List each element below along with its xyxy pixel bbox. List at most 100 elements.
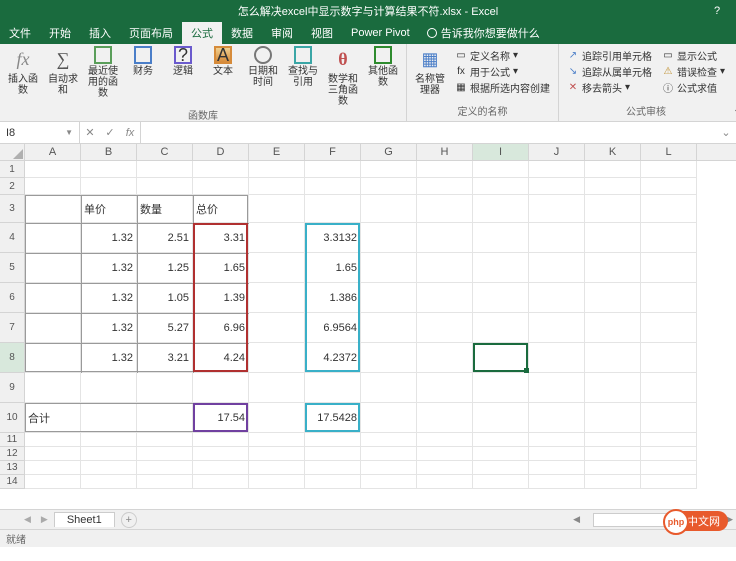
row-header-5[interactable]: 5 [0, 253, 24, 283]
row-header-11[interactable]: 11 [0, 433, 24, 447]
autosum-button[interactable]: ∑自动求和 [44, 46, 82, 107]
cell-B4[interactable]: 1.32 [81, 223, 137, 253]
row-header-2[interactable]: 2 [0, 178, 24, 195]
cell-F7[interactable]: 6.9564 [305, 313, 361, 343]
lookup-button[interactable]: 查找与引用 [284, 46, 322, 107]
datetime-button[interactable]: 日期和时间 [244, 46, 282, 107]
cell-F6[interactable]: 1.386 [305, 283, 361, 313]
select-all-corner[interactable] [0, 144, 25, 160]
fx-button[interactable]: fx [120, 127, 140, 139]
error-checking-button[interactable]: ⚠错误检查 ▾ [662, 64, 725, 79]
hscroll-left[interactable]: ◀ [570, 514, 583, 525]
show-formulas-button[interactable]: ▭显示公式 [662, 48, 725, 63]
cell-A10[interactable]: 合计 [25, 403, 81, 433]
cell-C6[interactable]: 1.05 [137, 283, 193, 313]
cell-D6[interactable]: 1.39 [193, 283, 249, 313]
col-header-E[interactable]: E [249, 144, 305, 160]
worksheet-grid[interactable]: ABCDEFGHIJKL 1234567891011121314 单价数量总价合… [0, 144, 736, 509]
tab-layout[interactable]: 页面布局 [120, 22, 182, 44]
cell-D10[interactable]: 17.54 [193, 403, 249, 433]
remove-arrows-button[interactable]: ✕移去箭头 ▾ [567, 80, 652, 95]
row-header-8[interactable]: 8 [0, 343, 24, 373]
col-header-H[interactable]: H [417, 144, 473, 160]
use-in-formula-button[interactable]: fx用于公式 ▾ [455, 64, 550, 79]
row-header-12[interactable]: 12 [0, 447, 24, 461]
col-header-F[interactable]: F [305, 144, 361, 160]
row-header-10[interactable]: 10 [0, 403, 24, 433]
help-icon[interactable]: ? [698, 0, 736, 22]
name-box[interactable]: I8▼ [0, 122, 80, 143]
tab-review[interactable]: 审阅 [262, 22, 302, 44]
row-header-3[interactable]: 3 [0, 195, 24, 223]
tab-powerpivot[interactable]: Power Pivot [342, 22, 419, 44]
row-header-7[interactable]: 7 [0, 313, 24, 343]
col-header-G[interactable]: G [361, 144, 417, 160]
recent-functions-button[interactable]: 最近使用的函数 [84, 46, 122, 107]
cell-D3[interactable]: 总价 [193, 195, 249, 223]
cell-D5[interactable]: 1.65 [193, 253, 249, 283]
cancel-formula-button[interactable]: ✕ [80, 126, 100, 139]
cell-C4[interactable]: 2.51 [137, 223, 193, 253]
cell-C5[interactable]: 1.25 [137, 253, 193, 283]
col-header-B[interactable]: B [81, 144, 137, 160]
trace-dependents-button[interactable]: ↘追踪从属单元格 [567, 64, 652, 79]
add-sheet-button[interactable]: + [121, 512, 137, 528]
cell-B5[interactable]: 1.32 [81, 253, 137, 283]
financial-button[interactable]: 财务 [124, 46, 162, 107]
trace-precedents-button[interactable]: ↗追踪引用单元格 [567, 48, 652, 63]
cell-D4[interactable]: 3.31 [193, 223, 249, 253]
sheet-nav-prev[interactable]: ◀ [20, 514, 35, 525]
cell-B3[interactable]: 单价 [81, 195, 137, 223]
col-header-A[interactable]: A [25, 144, 81, 160]
cell-D8[interactable]: 4.24 [193, 343, 249, 373]
row-header-4[interactable]: 4 [0, 223, 24, 253]
sheet-tab[interactable]: Sheet1 [54, 512, 115, 527]
row-header-1[interactable]: 1 [0, 161, 24, 178]
col-header-K[interactable]: K [585, 144, 641, 160]
tab-view[interactable]: 视图 [302, 22, 342, 44]
col-header-I[interactable]: I [473, 144, 529, 160]
remove-icon: ✕ [567, 82, 579, 94]
cell-F8[interactable]: 4.2372 [305, 343, 361, 373]
col-header-D[interactable]: D [193, 144, 249, 160]
col-header-J[interactable]: J [529, 144, 585, 160]
logical-button[interactable]: ?逻辑 [164, 46, 202, 107]
cell-C3[interactable]: 数量 [137, 195, 193, 223]
col-header-C[interactable]: C [137, 144, 193, 160]
tab-data[interactable]: 数据 [222, 22, 262, 44]
expand-formula-bar-button[interactable]: ⌄ [716, 122, 736, 143]
enter-formula-button[interactable]: ✓ [100, 126, 120, 139]
insert-function-button[interactable]: fx插入函数 [4, 46, 42, 107]
tab-file[interactable]: 文件 [0, 22, 40, 44]
tell-me[interactable]: 告诉我你想要做什么 [419, 22, 548, 44]
bulb-icon [427, 28, 437, 38]
formula-input[interactable] [141, 122, 716, 143]
define-name-button[interactable]: ▭定义名称 ▾ [455, 48, 550, 63]
cell-D7[interactable]: 6.96 [193, 313, 249, 343]
col-header-L[interactable]: L [641, 144, 697, 160]
row-header-14[interactable]: 14 [0, 475, 24, 489]
cell-C7[interactable]: 5.27 [137, 313, 193, 343]
create-from-selection-button[interactable]: ▦根据所选内容创建 [455, 80, 550, 95]
evaluate-formula-button[interactable]: ⓘ公式求值 [662, 80, 725, 95]
name-manager-button[interactable]: ▦名称管理器 [411, 46, 449, 97]
cell-F5[interactable]: 1.65 [305, 253, 361, 283]
cell-B7[interactable]: 1.32 [81, 313, 137, 343]
tab-home[interactable]: 开始 [40, 22, 80, 44]
show-icon: ▭ [662, 50, 674, 62]
cell-B6[interactable]: 1.32 [81, 283, 137, 313]
math-button[interactable]: θ数学和三角函数 [324, 46, 362, 107]
row-header-9[interactable]: 9 [0, 373, 24, 403]
sheet-nav-next[interactable]: ▶ [37, 514, 52, 525]
tab-formulas[interactable]: 公式 [182, 22, 222, 44]
cell-B8[interactable]: 1.32 [81, 343, 137, 373]
row-header-6[interactable]: 6 [0, 283, 24, 313]
cell-F4[interactable]: 3.3132 [305, 223, 361, 253]
row-header-13[interactable]: 13 [0, 461, 24, 475]
tab-insert[interactable]: 插入 [80, 22, 120, 44]
cell-C8[interactable]: 3.21 [137, 343, 193, 373]
cell-F10[interactable]: 17.5428 [305, 403, 361, 433]
error-icon: ⚠ [662, 66, 674, 78]
more-functions-button[interactable]: 其他函数 [364, 46, 402, 107]
text-button[interactable]: A文本 [204, 46, 242, 107]
